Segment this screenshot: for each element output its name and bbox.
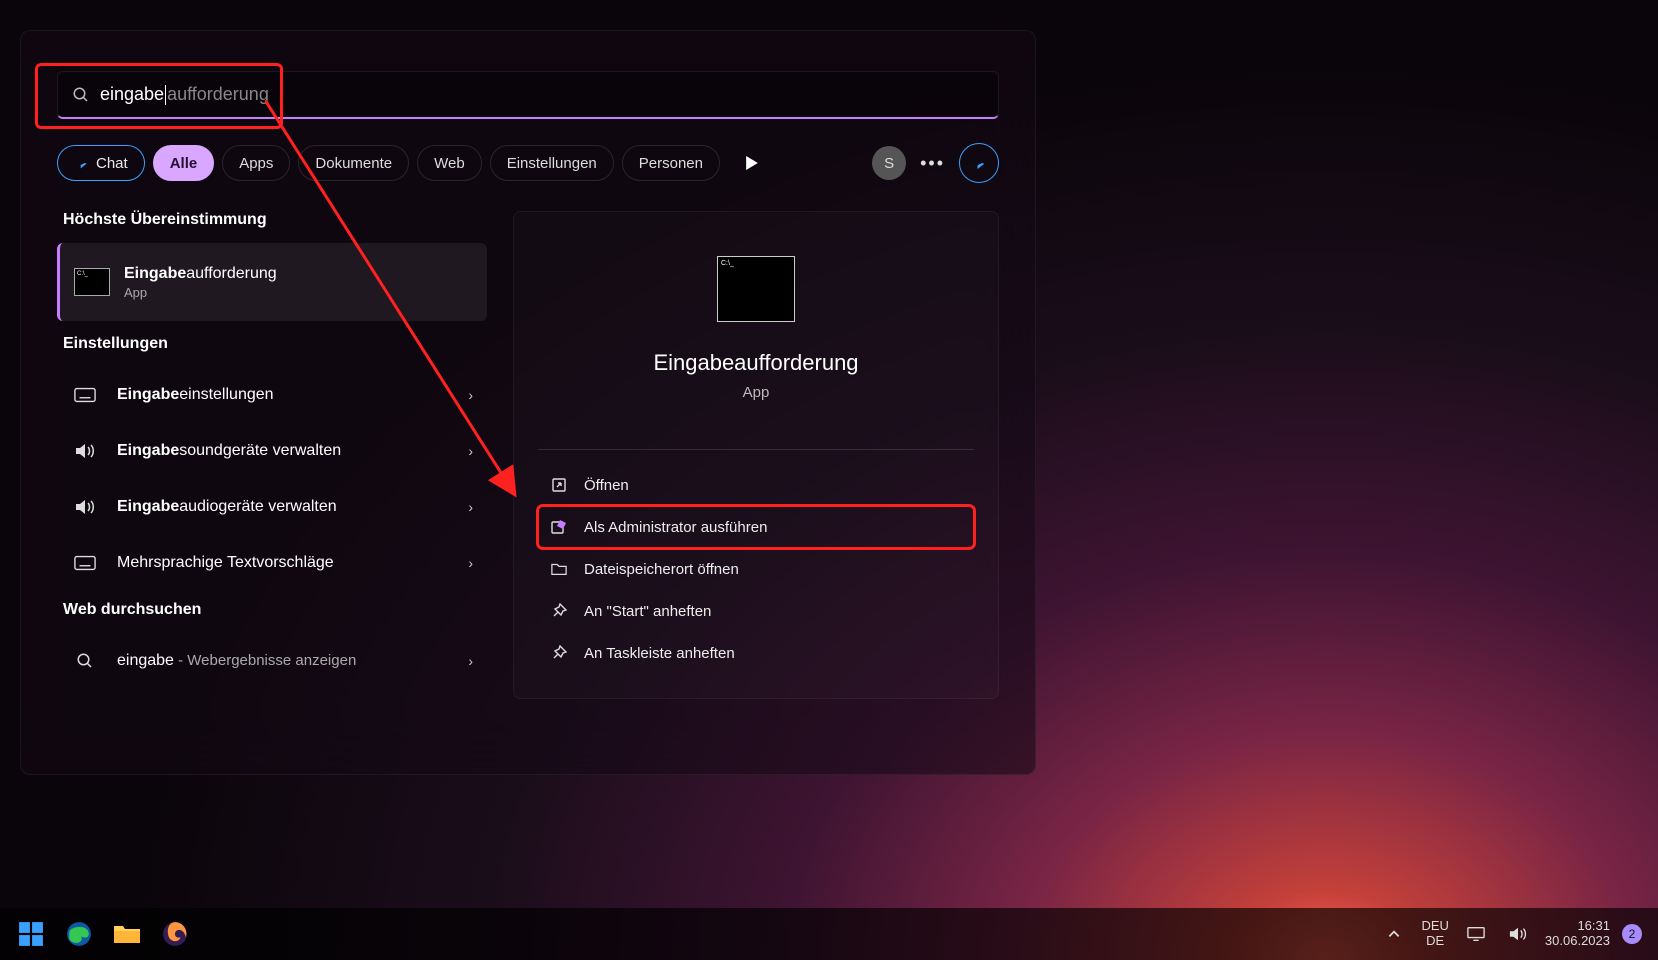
- action-label: Öffnen: [584, 477, 629, 494]
- best-match-header: Höchste Übereinstimmung: [63, 211, 487, 229]
- divider: [538, 449, 974, 450]
- app-kind: App: [538, 384, 974, 401]
- settings-item-1[interactable]: Eingabesoundgeräte verwalten›: [57, 423, 487, 479]
- folder-icon: [550, 562, 568, 576]
- cmd-icon: C:\_: [74, 268, 110, 296]
- language-indicator[interactable]: DEU DE: [1421, 919, 1448, 949]
- action-pin[interactable]: An Taskleiste anheften: [538, 632, 974, 674]
- action-open[interactable]: Öffnen: [538, 464, 974, 506]
- network-icon[interactable]: [1461, 919, 1491, 949]
- filter-web[interactable]: Web: [417, 145, 482, 181]
- settings-item-label: Eingabeeinstellungen: [117, 386, 468, 404]
- firefox-button[interactable]: [160, 919, 190, 949]
- more-menu[interactable]: •••: [920, 153, 945, 174]
- app-icon-large: C:\_: [717, 256, 795, 322]
- filter-personen[interactable]: Personen: [622, 145, 720, 181]
- windows-icon: [18, 921, 44, 947]
- pin-icon: [550, 645, 568, 661]
- clock[interactable]: 16:31 30.06.2023: [1545, 919, 1610, 949]
- filter-chat[interactable]: Chat: [57, 145, 145, 181]
- search-icon: [72, 86, 90, 104]
- start-search-panel: eingabeaufforderung Chat Alle Apps Dokum…: [20, 30, 1036, 775]
- taskbar: DEU DE 16:31 30.06.2023 2: [0, 908, 1658, 960]
- search-text: eingabeaufforderung: [100, 84, 269, 105]
- action-folder[interactable]: Dateispeicherort öffnen: [538, 548, 974, 590]
- bing-chat-button[interactable]: [959, 143, 999, 183]
- best-match-subtitle: App: [124, 285, 473, 300]
- filter-apps[interactable]: Apps: [222, 145, 290, 181]
- search-icon: [71, 652, 99, 670]
- settings-header: Einstellungen: [63, 335, 487, 353]
- explorer-button[interactable]: [112, 919, 142, 949]
- settings-item-3[interactable]: Mehrsprachige Textvorschläge›: [57, 535, 487, 591]
- action-label: Als Administrator ausführen: [584, 519, 767, 536]
- admin-icon: [550, 519, 568, 535]
- filter-dokumente[interactable]: Dokumente: [298, 145, 409, 181]
- sound-icon: [71, 442, 99, 460]
- web-search-label: eingabe - Webergebnisse anzeigen: [117, 652, 468, 670]
- settings-item-2[interactable]: Eingabeaudiogeräte verwalten›: [57, 479, 487, 535]
- folder-icon: [113, 922, 141, 946]
- action-label: An "Start" anheften: [584, 603, 711, 620]
- action-pin[interactable]: An "Start" anheften: [538, 590, 974, 632]
- filter-einstellungen[interactable]: Einstellungen: [490, 145, 614, 181]
- web-search-header: Web durchsuchen: [63, 601, 487, 619]
- filter-more-button[interactable]: [734, 145, 770, 181]
- best-match-item[interactable]: C:\_ Eingabeaufforderung App: [57, 243, 487, 321]
- firefox-icon: [162, 921, 188, 947]
- chevron-right-icon: ›: [468, 443, 473, 459]
- web-search-item[interactable]: eingabe - Webergebnisse anzeigen ›: [57, 633, 487, 689]
- notification-badge[interactable]: 2: [1622, 924, 1642, 944]
- settings-item-label: Mehrsprachige Textvorschläge: [117, 554, 468, 572]
- settings-item-0[interactable]: Eingabeeinstellungen›: [57, 367, 487, 423]
- speaker-icon: [1509, 926, 1527, 942]
- keyboard-icon: [71, 555, 99, 571]
- open-icon: [550, 477, 568, 493]
- user-avatar[interactable]: S: [872, 146, 906, 180]
- bing-icon: [970, 154, 988, 172]
- volume-icon[interactable]: [1503, 919, 1533, 949]
- filter-row: Chat Alle Apps Dokumente Web Einstellung…: [57, 143, 999, 183]
- bing-icon: [74, 155, 90, 171]
- sound-icon: [71, 498, 99, 516]
- edge-button[interactable]: [64, 919, 94, 949]
- chevron-right-icon: ›: [468, 387, 473, 403]
- settings-item-label: Eingabeaudiogeräte verwalten: [117, 498, 468, 516]
- chevron-right-icon: ›: [468, 499, 473, 515]
- start-button[interactable]: [16, 919, 46, 949]
- settings-item-label: Eingabesoundgeräte verwalten: [117, 442, 468, 460]
- app-name: Eingabeaufforderung: [538, 350, 974, 376]
- chevron-up-icon: [1387, 927, 1401, 941]
- best-match-title: Eingabeaufforderung: [124, 265, 473, 283]
- chevron-right-icon: ›: [468, 555, 473, 571]
- action-label: Dateispeicherort öffnen: [584, 561, 739, 578]
- details-pane: C:\_ Eingabeaufforderung App Öffnen Als A…: [513, 211, 999, 699]
- filter-chat-label: Chat: [96, 155, 128, 172]
- search-input[interactable]: eingabeaufforderung: [57, 71, 999, 119]
- play-icon: [746, 156, 758, 170]
- monitor-icon: [1467, 926, 1485, 942]
- keyboard-icon: [71, 387, 99, 403]
- action-admin-highlighted[interactable]: Als Administrator ausführen: [538, 506, 974, 548]
- results-column: Höchste Übereinstimmung C:\_ Eingabeauff…: [57, 211, 487, 699]
- pin-icon: [550, 603, 568, 619]
- tray-chevron[interactable]: [1379, 919, 1409, 949]
- action-label: An Taskleiste anheften: [584, 645, 735, 662]
- filter-alle[interactable]: Alle: [153, 145, 215, 181]
- edge-icon: [66, 921, 92, 947]
- chevron-right-icon: ›: [468, 653, 473, 669]
